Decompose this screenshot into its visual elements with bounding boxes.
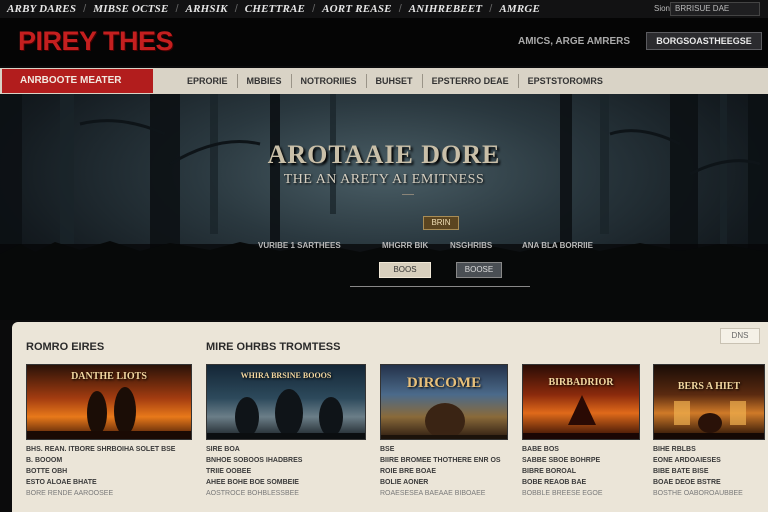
top-nav-item[interactable]: CHETTRAE: [238, 3, 312, 15]
game-info-line: BIBRE BOROAL: [522, 468, 577, 475]
subnav-active-tab[interactable]: ANRBOOTE MEATER: [2, 69, 153, 93]
game-info-line: AOSTROCE BOHBLESSBEE: [206, 490, 299, 497]
hero-title: AROTAAIE DORE: [267, 140, 501, 169]
top-nav-item[interactable]: ARHSIK: [179, 3, 235, 15]
hero-secondary-button[interactable]: BOOSE: [456, 262, 502, 278]
game-info-line: BOAE DEOE BSTRE: [653, 479, 721, 486]
game-info-line: AHEE BOHE BOE SOMBEIE: [206, 479, 299, 486]
hero-rule: [350, 286, 530, 287]
hero-primary-button[interactable]: BOOS: [379, 262, 431, 278]
game-art: [654, 401, 764, 439]
site-header: PIREY THES AMICS, ARGE AMRERS BORGSOASTH…: [0, 18, 768, 66]
game-thumbnail[interactable]: WHIRA BRSINE BOOOS: [206, 364, 366, 440]
game-info-line: SABBE SBOE BOHRPE: [522, 457, 601, 464]
game-info-line: BIHE RBLBS: [653, 446, 696, 453]
game-info-line: B. BOOOM: [26, 457, 63, 464]
search-input[interactable]: BRRISUE DAE: [670, 2, 760, 16]
game-thumb-title: DANTHE LIOTS: [71, 371, 147, 382]
game-info-line: BOBE REAOB BAE: [522, 479, 587, 486]
game-info-line: ROAESESEA BAEAAE BIBOAEE: [380, 490, 486, 497]
game-info-line: BABE BOS: [522, 446, 559, 453]
game-thumb-title: BIRBADRIOR: [548, 377, 614, 388]
hero-banner: AROTAAIE DORE THE AN ARETY AI EMITNESS B…: [0, 94, 768, 320]
section-heading-right: MIRE OHRBS TROMTESS: [206, 341, 341, 353]
hero-meta-item: MHGRR BIK: [382, 241, 429, 250]
game-info-line: BORE RENDE AAROOSEE: [26, 490, 114, 497]
game-card[interactable]: BERS A HIET BIHE RBLBS EONE ARDOAIESES B…: [653, 364, 765, 498]
games-panel: DNS ROMRO EIRES MIRE OHRBS TROMTESS DANT…: [12, 322, 768, 512]
game-info-line: BIBE BATE BISE: [653, 468, 709, 475]
subnav-item[interactable]: EPRORIE: [178, 76, 237, 86]
game-info-line: BOBBLE BREESE EGOE: [522, 490, 603, 497]
hero-meta-item: NSGHRIBS: [450, 241, 493, 250]
secondary-nav: ANRBOOTE MEATER EPRORIE MBBIES NOTRORIIE…: [0, 68, 768, 94]
game-info-line: BOSTHE OABOROAUBBEE: [653, 490, 743, 497]
site-logo[interactable]: PIREY THES: [18, 26, 174, 57]
game-thumbnail[interactable]: DANTHE LIOTS: [26, 364, 192, 440]
top-nav-item[interactable]: AMRGE: [492, 3, 547, 15]
subnav-item[interactable]: NOTRORIIES: [292, 76, 366, 86]
top-nav-item[interactable]: ANIHREBEET: [402, 3, 490, 15]
top-nav-item[interactable]: MIBSE OCTSE: [86, 3, 175, 15]
header-links[interactable]: AMICS, ARGE AMRERS: [518, 36, 630, 47]
subnav-item[interactable]: EPSTSTOROMRS: [519, 76, 612, 86]
game-info-line: BOTTE OBH: [26, 468, 68, 475]
game-info-line: SIRE BOA: [206, 446, 240, 453]
header-button[interactable]: BORGSOASTHEEGSE: [646, 32, 762, 50]
section-heading-left: ROMRO EIRES: [26, 341, 105, 353]
subnav-item[interactable]: EPSTERRO DEAE: [423, 76, 518, 86]
game-info-line: BNHOE SOBOOS IHADBRES: [206, 457, 303, 464]
game-thumb-title: WHIRA BRSINE BOOOS: [240, 371, 332, 380]
game-info-line: BIIRE BROMEE THOTHERE ENR OS: [380, 457, 501, 464]
filter-button[interactable]: DNS: [720, 328, 760, 344]
hero-meta-item: VURIBE 1 SARTHEES: [258, 241, 341, 250]
top-nav-item[interactable]: ARBY DARES: [0, 3, 83, 15]
game-info-line: ROIE BRE BOAE: [380, 468, 437, 475]
hero-meta-item: ANA BLA BORRIIE: [522, 241, 593, 250]
game-card[interactable]: BIRBADRIOR BABE BOS SABBE SBOE BOHRPE BI…: [522, 364, 640, 498]
game-info-line: ESTO ALOAE BHATE: [26, 479, 97, 486]
game-card[interactable]: DIRCOME BSE BIIRE BROMEE THOTHERE ENR OS…: [380, 364, 508, 498]
game-card[interactable]: WHIRA BRSINE BOOOS SIRE BOA BNHOE SOBOOS…: [206, 364, 366, 498]
game-info-line: EONE ARDOAIESES: [653, 457, 721, 464]
game-info-line: TRIIE OOBEE: [206, 468, 252, 475]
game-card[interactable]: DANTHE LIOTS BHS. REAN. ITBORE SHRBOIHA …: [26, 364, 192, 498]
game-info-line: BHS. REAN. ITBORE SHRBOIHA SOLET BSE: [26, 446, 176, 453]
game-thumb-title: DIRCOME: [406, 375, 482, 391]
game-thumb-title: BERS A HIET: [677, 381, 741, 392]
hero-divider: [402, 194, 414, 195]
game-thumbnail[interactable]: BERS A HIET: [653, 364, 765, 440]
subnav-item[interactable]: MBBIES: [238, 76, 291, 86]
subnav-item[interactable]: BUHSET: [367, 76, 422, 86]
game-thumbnail[interactable]: BIRBADRIOR: [522, 364, 640, 440]
top-nav-item[interactable]: AORT REASE: [315, 3, 399, 15]
hero-subtitle: THE AN ARETY AI EMITNESS: [283, 172, 485, 187]
game-info-line: BSE: [380, 446, 395, 453]
top-category-nav: ARBY DARES / MIBSE OCTSE / ARHSIK / CHETTRA…: [0, 0, 768, 18]
signin-link[interactable]: Sion: [654, 4, 670, 13]
game-info-line: BOLIE AONER: [380, 479, 429, 486]
hero-badge[interactable]: BRIN: [423, 216, 459, 230]
game-thumbnail[interactable]: DIRCOME: [380, 364, 508, 440]
